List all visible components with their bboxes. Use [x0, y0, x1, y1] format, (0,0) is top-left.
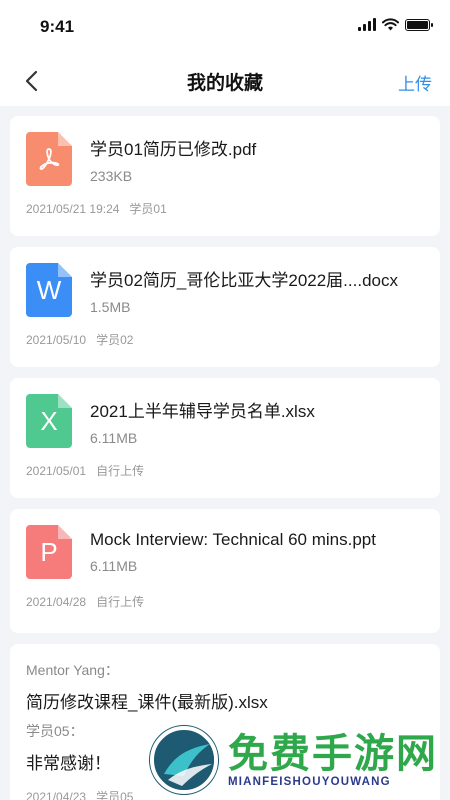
file-date: 2021/04/28 [26, 595, 87, 609]
word-file-icon: W [26, 263, 72, 317]
comment-owner: 学员05 [96, 790, 134, 800]
powerpoint-file-icon: P [26, 525, 72, 579]
chevron-left-icon [25, 70, 38, 92]
powerpoint-letter: P [40, 536, 58, 567]
file-owner: 自行上传 [96, 464, 145, 478]
file-name: 2021上半年辅导学员名单.xlsx [90, 401, 315, 421]
watermark: 免费手游网 MIANFEISHOUYOUWANG [150, 720, 450, 800]
upload-button[interactable]: 上传 [398, 70, 432, 95]
watermark-subtitle: MIANFEISHOUYOUWANG [228, 776, 391, 788]
comment-author: Mentor Yang： [26, 662, 119, 678]
file-name: 学员01简历已修改.pdf [90, 139, 257, 159]
file-card[interactable]: 学员01简历已修改.pdf 233KB 2021/05/21 19:24 学员01 [10, 116, 440, 236]
file-size: 6.11MB [90, 429, 138, 446]
file-card[interactable]: P Mock Interview: Technical 60 mins.ppt … [10, 509, 440, 633]
file-date: 2021/05/10 [26, 333, 87, 347]
file-date: 2021/05/21 19:24 [26, 202, 120, 216]
file-owner: 自行上传 [96, 595, 145, 609]
watermark-title: 免费手游网 [228, 732, 438, 776]
word-letter: W [36, 274, 62, 305]
excel-letter: X [40, 405, 58, 436]
file-card[interactable]: X 2021上半年辅导学员名单.xlsx 6.11MB 2021/05/01 自行… [10, 378, 440, 498]
battery-icon [405, 18, 433, 31]
file-meta: 2021/05/21 19:24 学员01 [26, 200, 424, 217]
status-time: 9:41 [40, 17, 75, 36]
file-name: Mock Interview: Technical 60 mins.ppt [90, 530, 376, 549]
excel-file-icon: X [26, 394, 72, 448]
status-bar: 9:41 [0, 0, 450, 56]
file-size: 233KB [90, 167, 133, 184]
favorites-list: 学员01简历已修改.pdf 233KB 2021/05/21 19:24 学员01… [0, 106, 450, 800]
comment-file-name: 简历修改课程_课件(最新版).xlsx [26, 693, 268, 712]
pdf-file-icon [26, 132, 72, 186]
file-meta: 2021/05/10 学员02 [26, 331, 424, 348]
file-size: 1.5MB [90, 298, 131, 315]
file-date: 2021/05/01 [26, 464, 87, 478]
back-button[interactable] [16, 66, 46, 96]
status-icons [358, 18, 433, 31]
file-meta: 2021/04/28 自行上传 [26, 593, 424, 610]
file-card[interactable]: W 学员02简历_哥伦比亚大学2022届....docx 1.5MB 2021/… [10, 247, 440, 367]
signal-icon [358, 18, 376, 31]
watermark-logo-icon [150, 726, 218, 794]
file-owner: 学员01 [129, 202, 167, 216]
wifi-icon [382, 18, 399, 31]
page-title: 我的收藏 [186, 72, 263, 94]
file-name: 学员02简历_哥伦比亚大学2022届....docx [90, 270, 398, 290]
acrobat-icon [39, 148, 60, 170]
file-meta: 2021/05/01 自行上传 [26, 462, 424, 479]
nav-bar: 我的收藏 上传 [0, 56, 450, 106]
comment-date: 2021/04/23 [26, 790, 87, 800]
file-owner: 学员02 [96, 333, 134, 347]
file-size: 6.11MB [90, 558, 138, 574]
